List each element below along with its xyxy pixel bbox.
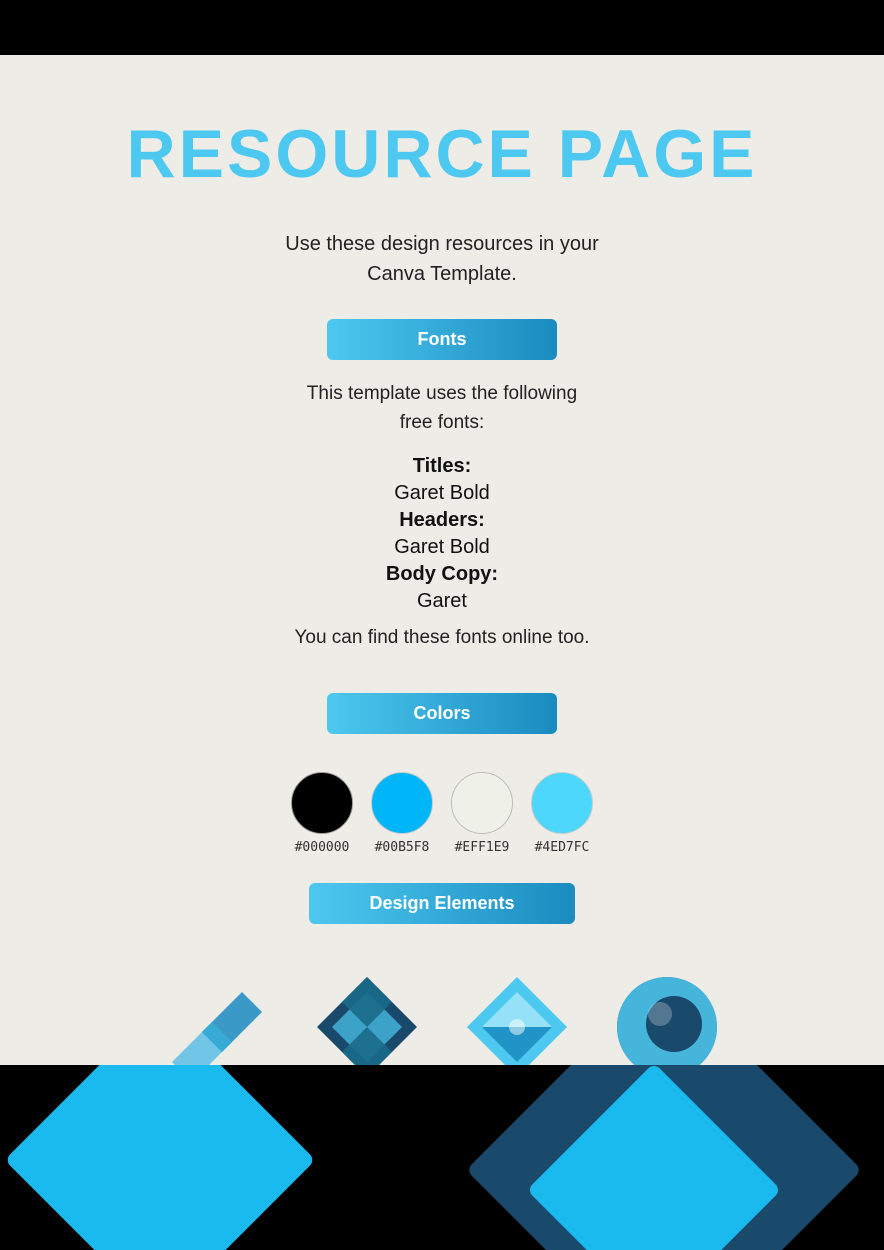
body-value: Garet <box>417 590 467 612</box>
color-swatches: #000000 #00B5F8 #EFF1E9 #4ED7FC <box>291 772 593 855</box>
fonts-badge: Fonts <box>327 319 557 360</box>
colors-badge: Colors <box>327 693 557 734</box>
bottom-section <box>0 1065 884 1250</box>
swatch-cream: #EFF1E9 <box>451 772 513 855</box>
headers-value: Garet Bold <box>394 536 490 558</box>
fonts-description: This template uses the followingfree fon… <box>307 380 577 437</box>
bottom-shape-left <box>4 1065 315 1250</box>
color-label-black: #000000 <box>295 840 350 855</box>
fonts-note: You can find these fonts online too. <box>294 627 589 649</box>
swatch-blue: #00B5F8 <box>371 772 433 855</box>
headers-label: Headers: <box>399 509 485 531</box>
font-body-value: Garet <box>417 590 467 613</box>
color-circle-cream <box>451 772 513 834</box>
color-label-blue: #00B5F8 <box>375 840 430 855</box>
font-titles-value: Garet Bold <box>394 482 490 505</box>
swatch-black: #000000 <box>291 772 353 855</box>
font-headers-value: Garet Bold <box>394 536 490 559</box>
font-body-row: Body Copy: <box>386 563 498 586</box>
colors-section: Colors #000000 #00B5F8 #EFF1E9 #4ED7FC <box>291 693 593 863</box>
color-circle-black <box>291 772 353 834</box>
color-label-light-blue: #4ED7FC <box>535 840 590 855</box>
design-elements-badge: Design Elements <box>309 883 574 924</box>
font-headers-row: Headers: <box>399 509 485 532</box>
main-content: RESOURCE PAGE Use these design resources… <box>0 55 884 1070</box>
design-elements-section: Design Elements <box>40 883 844 1082</box>
fonts-section: Fonts This template uses the followingfr… <box>294 319 589 673</box>
top-bar <box>0 0 884 55</box>
subtitle: Use these design resources in yourCanva … <box>285 229 599 289</box>
page-title: RESOURCE PAGE <box>127 115 758 193</box>
titles-value: Garet Bold <box>394 482 490 504</box>
swatch-light-blue: #4ED7FC <box>531 772 593 855</box>
titles-label: Titles: <box>413 455 472 477</box>
color-circle-blue <box>371 772 433 834</box>
body-label: Body Copy: <box>386 563 498 585</box>
font-titles-row: Titles: <box>413 455 472 478</box>
color-label-cream: #EFF1E9 <box>455 840 510 855</box>
color-circle-light-blue <box>531 772 593 834</box>
